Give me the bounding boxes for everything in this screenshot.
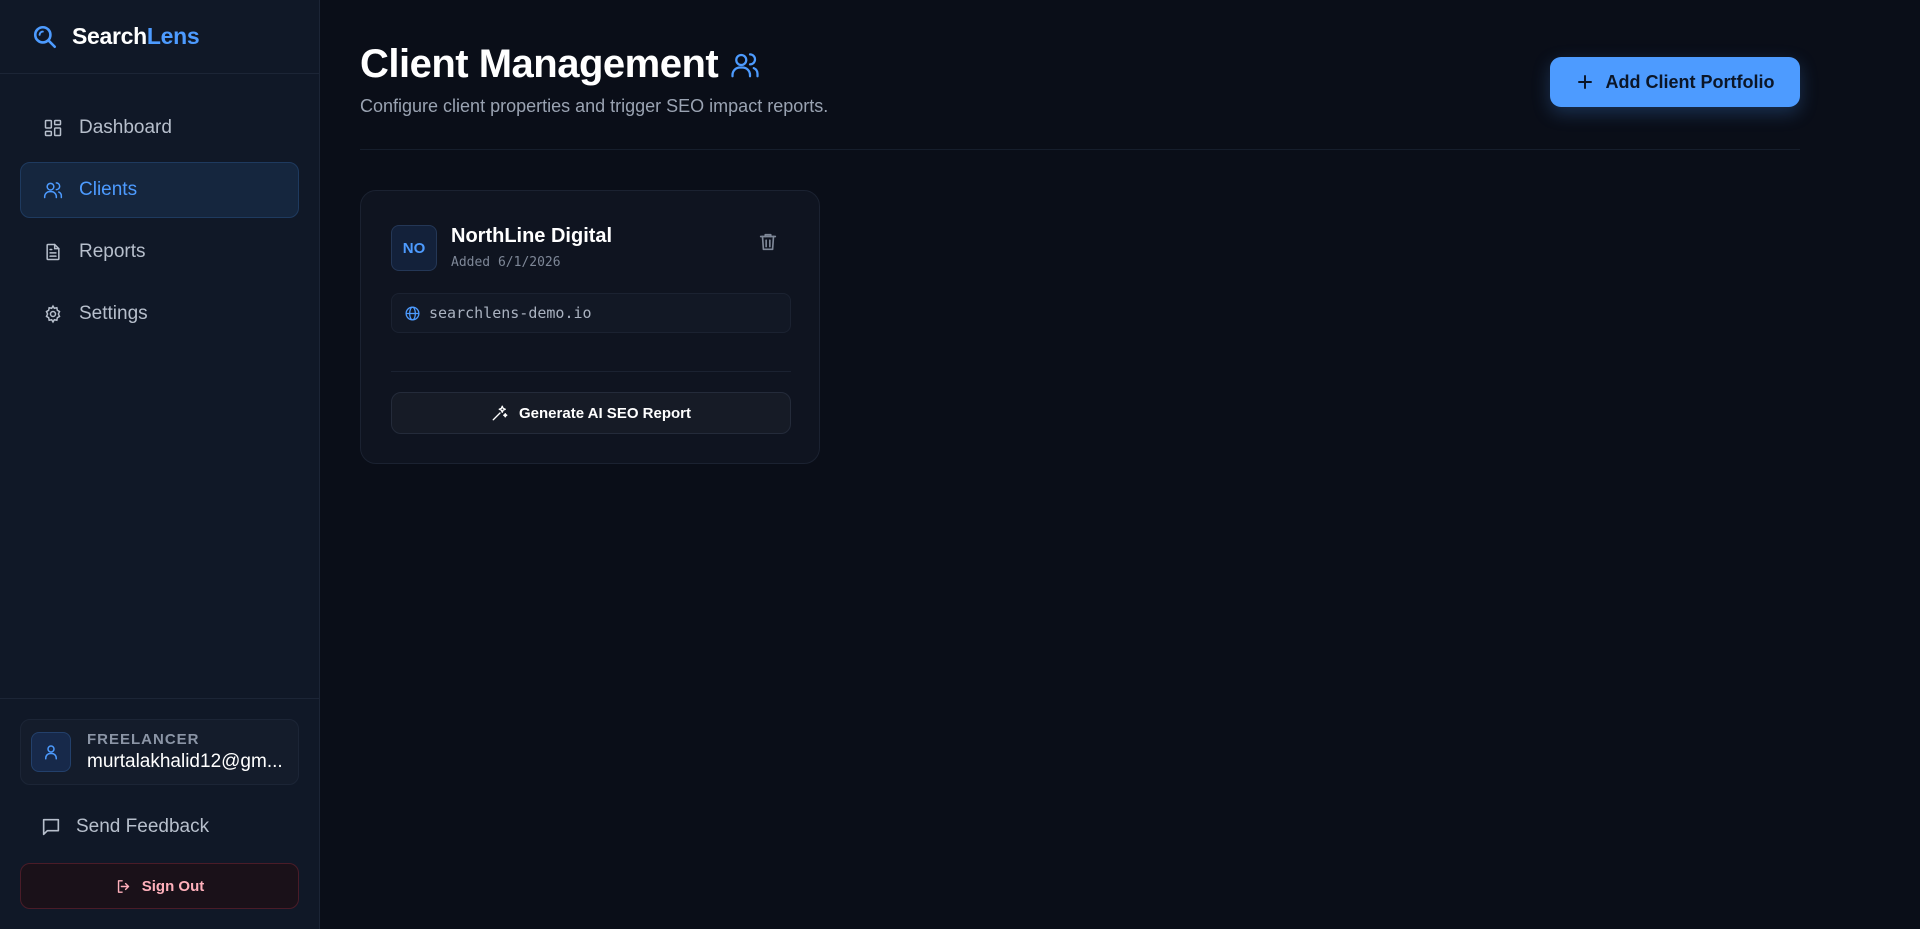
generate-ai-seo-report-label: Generate AI SEO Report [519,404,691,422]
brand-name-part1: Search [72,23,147,49]
client-added-date: Added 6/1/2026 [451,255,561,270]
plus-icon [1577,75,1592,89]
page-subtitle: Configure client properties and trigger … [360,96,829,116]
header-divider [360,149,1800,150]
brand-logo[interactable]: SearchLens [0,0,319,74]
globe-icon [405,305,420,321]
client-name: NorthLine Digital [451,225,613,247]
card-divider [391,371,791,372]
user-icon [45,745,57,760]
generate-ai-seo-report-button[interactable]: Generate AI SEO Report [391,392,791,434]
sidebar-item-clients[interactable]: Clients [20,162,299,218]
sidebar-item-settings[interactable]: Settings [20,286,299,342]
sidebar-footer: FREELANCER murtalakhalid12@gm... Send Fe… [0,698,319,929]
sparkles-icon [492,405,508,421]
page-title-text: Client Management [360,42,719,86]
message-icon [42,818,60,836]
sidebar: SearchLens Dashboard Clients Reports Set… [0,0,320,929]
send-feedback-label: Send Feedback [76,816,210,837]
logout-icon [117,879,129,893]
sign-out-label: Sign Out [141,877,205,895]
brand-name-part2: Lens [146,23,200,49]
client-initials-badge: NO [391,225,437,271]
user-info: FREELANCER murtalakhalid12@gm... [87,731,287,773]
send-feedback-button[interactable]: Send Feedback [20,799,299,855]
search-icon [33,25,57,48]
brand-name: SearchLens [72,23,200,50]
avatar [31,732,71,772]
sidebar-nav: Dashboard Clients Reports Settings [0,74,319,342]
dashboard-icon [44,119,62,137]
client-url: searchlens-demo.io [429,304,592,322]
user-profile-card[interactable]: FREELANCER murtalakhalid12@gm... [20,719,299,785]
gear-icon [45,304,61,324]
client-url-field[interactable]: searchlens-demo.io [391,293,791,333]
user-email: murtalakhalid12@gm... [87,751,283,772]
sidebar-item-label: Clients [79,179,138,200]
users-icon [731,52,759,77]
page-title: Client Management [360,42,760,87]
sidebar-item-dashboard[interactable]: Dashboard [20,100,299,156]
user-role: FREELANCER [87,731,200,748]
document-icon [46,243,60,261]
sidebar-item-label: Reports [79,241,146,262]
sidebar-item-reports[interactable]: Reports [20,224,299,280]
add-client-portfolio-button[interactable]: Add Client Portfolio [1550,57,1800,107]
sidebar-item-label: Settings [79,303,148,324]
trash-icon[interactable] [757,231,779,253]
client-card: NO NorthLine Digital Added 6/1/2026 sear… [360,190,820,464]
add-client-portfolio-label: Add Client Portfolio [1605,71,1775,92]
sign-out-button[interactable]: Sign Out [20,863,299,909]
users-icon [43,182,63,199]
sidebar-item-label: Dashboard [79,117,172,138]
main-content: Client Management Configure client prope… [360,0,1800,929]
